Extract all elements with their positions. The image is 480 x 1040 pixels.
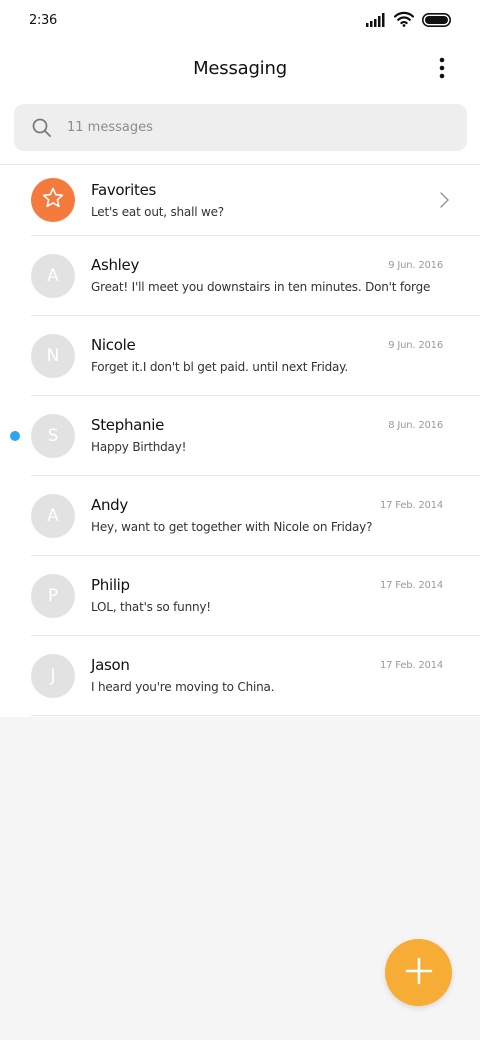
- status-icons: [366, 11, 452, 31]
- search-bar[interactable]: [14, 104, 467, 151]
- avatar: A: [31, 494, 75, 538]
- content-panel: 2:36 Messaging 11 messages Favorites Let…: [0, 0, 480, 717]
- avatar: A: [31, 254, 75, 298]
- favorites-title: Favorites: [91, 181, 157, 199]
- conversation-item-andy[interactable]: A Andy Hey, want to get together with Ni…: [0, 476, 480, 556]
- battery-icon: [422, 12, 452, 31]
- conversation-item-ashley[interactable]: A Ashley Great! I'll meet you downstairs…: [0, 236, 480, 316]
- page-title: Messaging: [193, 58, 287, 79]
- avatar: S: [31, 414, 75, 458]
- message-preview: LOL, that's so funny!: [91, 600, 211, 614]
- message-preview: Forget it.I don't bl get paid. until nex…: [91, 360, 348, 374]
- unread-indicator: [10, 431, 20, 441]
- contact-name: Ashley: [91, 256, 140, 274]
- favorites-item[interactable]: Favorites Let's eat out, shall we?: [0, 164, 480, 236]
- message-preview: Hey, want to get together with Nicole on…: [91, 520, 373, 534]
- contact-name: Andy: [91, 496, 128, 514]
- more-vertical-icon: [439, 57, 445, 83]
- status-time: 2:36: [29, 13, 57, 28]
- new-message-button[interactable]: [385, 939, 452, 1006]
- message-preview: Happy Birthday!: [91, 440, 187, 454]
- message-date: 8 Jun. 2016: [388, 420, 443, 431]
- messaging-screen: 2:36 Messaging 11 messages Favorites Let…: [0, 0, 480, 1040]
- message-date: 9 Jun. 2016: [388, 340, 443, 351]
- contact-name: Stephanie: [91, 416, 165, 434]
- status-bar: 2:36: [0, 0, 480, 44]
- signal-icon: [366, 12, 386, 31]
- message-preview: Great! I'll meet you downstairs in ten m…: [91, 280, 431, 294]
- conversation-item-jason[interactable]: J Jason I heard you're moving to China. …: [0, 636, 480, 716]
- chevron-right-icon: [438, 191, 450, 209]
- star-icon: [41, 186, 65, 215]
- title-bar: Messaging: [0, 44, 480, 96]
- contact-name: Nicole: [91, 336, 136, 354]
- avatar: J: [31, 654, 75, 698]
- avatar: P: [31, 574, 75, 618]
- message-preview: I heard you're moving to China.: [91, 680, 275, 694]
- contact-name: Jason: [91, 656, 130, 674]
- conversation-item-philip[interactable]: P Philip LOL, that's so funny! 17 Feb. 2…: [0, 556, 480, 636]
- conversation-item-stephanie[interactable]: S Stephanie Happy Birthday! 8 Jun. 2016: [0, 396, 480, 476]
- message-date: 17 Feb. 2014: [379, 660, 443, 671]
- plus-icon: [404, 956, 434, 990]
- more-options-button[interactable]: [430, 56, 454, 84]
- message-date: 17 Feb. 2014: [379, 500, 443, 511]
- avatar: N: [31, 334, 75, 378]
- search-icon: [31, 117, 53, 139]
- contact-name: Philip: [91, 576, 130, 594]
- search-input[interactable]: [67, 104, 437, 151]
- message-date: 9 Jun. 2016: [388, 260, 443, 271]
- wifi-icon: [393, 11, 415, 31]
- favorites-preview: Let's eat out, shall we?: [91, 205, 224, 219]
- row-divider: [31, 715, 480, 716]
- message-date: 17 Feb. 2014: [379, 580, 443, 591]
- conversation-list: Favorites Let's eat out, shall we? A Ash…: [0, 164, 480, 716]
- favorites-avatar: [31, 178, 75, 222]
- conversation-item-nicole[interactable]: N Nicole Forget it.I don't bl get paid. …: [0, 316, 480, 396]
